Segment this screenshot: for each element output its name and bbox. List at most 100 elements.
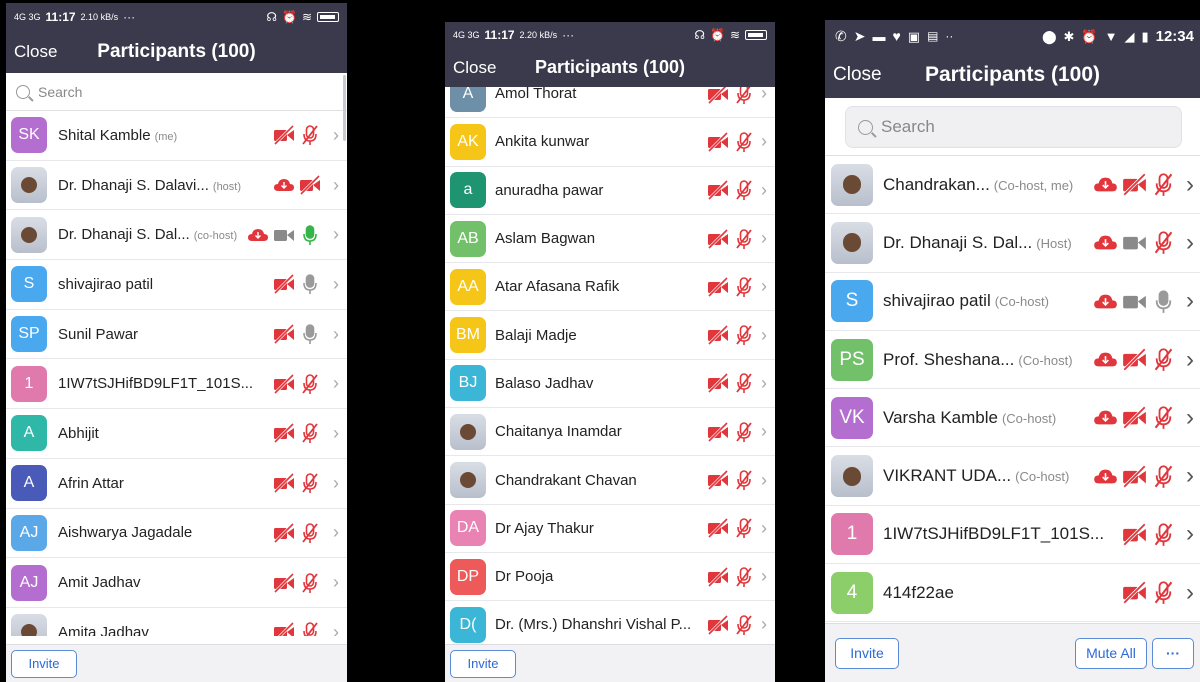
participant-row[interactable]: VIKRANT UDA... (Co-host) ›: [825, 447, 1200, 506]
participant-row[interactable]: SK Shital Kamble (me) ›: [6, 111, 347, 161]
participant-row[interactable]: a anuradha pawar ›: [445, 167, 775, 215]
mic-muted-icon: [733, 324, 755, 346]
participant-row[interactable]: Sshivajirao patil (Co-host) ›: [825, 273, 1200, 331]
wifi-icon: ▼: [1104, 28, 1118, 44]
phone-3-participants-screen: ✆ ➤ ▬ ♥ ▣ ▤ ·· ⬤ ✱ ⏰ ▼ ◢ ▮ 12:34 Close P…: [825, 20, 1200, 682]
search-input[interactable]: Search: [845, 106, 1182, 148]
invite-button[interactable]: Invite: [11, 649, 77, 678]
participant-label: Abhijit: [58, 425, 99, 442]
chevron-right-icon[interactable]: ›: [1186, 346, 1194, 374]
scrollbar[interactable]: [343, 75, 346, 141]
participant-row[interactable]: Chandrakan... (Co-host, me) ›: [825, 156, 1200, 215]
participant-row[interactable]: A Amol Thorat ›: [445, 87, 775, 119]
participant-role-tag: (me): [154, 130, 178, 143]
participant-row[interactable]: AJ Amit Jadhav ›: [6, 558, 347, 608]
chevron-right-icon[interactable]: ›: [333, 125, 339, 146]
avatar: AA: [450, 268, 486, 305]
participant-row[interactable]: PS Prof. Sheshana... (Co-host) ›: [825, 331, 1200, 390]
search-input[interactable]: Search: [6, 73, 347, 111]
participant-row[interactable]: VK Varsha Kamble (Co-host) ›: [825, 389, 1200, 448]
participant-row[interactable]: Chandrakant Chavan ›: [445, 456, 775, 505]
participant-row[interactable]: Dr. Dhanaji S. Dal... (Host) ›: [825, 214, 1200, 273]
chevron-right-icon[interactable]: ›: [761, 614, 767, 635]
mic-on-icon: [299, 323, 321, 345]
close-button[interactable]: Close: [833, 64, 882, 86]
chevron-right-icon[interactable]: ›: [761, 325, 767, 346]
invite-button[interactable]: Invite: [450, 649, 516, 678]
chevron-right-icon[interactable]: ›: [1186, 404, 1194, 432]
chevron-right-icon[interactable]: ›: [1186, 229, 1194, 257]
chevron-right-icon[interactable]: ›: [333, 622, 339, 636]
chevron-right-icon[interactable]: ›: [1186, 287, 1194, 315]
chevron-right-icon[interactable]: ›: [1186, 171, 1194, 199]
chevron-right-icon[interactable]: ›: [1186, 520, 1194, 548]
avatar: 1: [11, 365, 47, 402]
video-off-icon: [1122, 522, 1147, 547]
chevron-right-icon[interactable]: ›: [333, 373, 339, 394]
avatar-photo: [450, 413, 486, 450]
participant-list[interactable]: Chandrakan... (Co-host, me) › Dr. Dhanaji S…: [825, 156, 1200, 623]
participant-row[interactable]: DA Dr Ajay Thakur ›: [445, 505, 775, 553]
participant-name: Ankita kunwar: [495, 133, 590, 151]
mute-all-button[interactable]: Mute All: [1075, 637, 1147, 669]
participant-row[interactable]: Dr. Dhanaji S. Dal... (co-host) ›: [6, 210, 347, 261]
cloud-recording-icon: [1093, 347, 1118, 372]
participant-list[interactable]: SK Shital Kamble (me) › Dr. Dhanaji S. Dalav…: [6, 111, 347, 636]
chevron-right-icon[interactable]: ›: [1186, 462, 1194, 490]
participant-row[interactable]: A Abhijit ›: [6, 409, 347, 459]
participant-row[interactable]: A Afrin Attar ›: [6, 459, 347, 509]
chevron-right-icon[interactable]: ›: [761, 566, 767, 587]
headphones-icon: ☊: [266, 10, 277, 24]
chevron-right-icon[interactable]: ›: [1186, 579, 1194, 607]
chevron-right-icon[interactable]: ›: [761, 180, 767, 201]
video-off-icon: [707, 87, 729, 105]
participant-row[interactable]: BJ Balaso Jadhav ›: [445, 360, 775, 409]
close-button[interactable]: Close: [453, 58, 496, 78]
chevron-right-icon[interactable]: ›: [761, 87, 767, 104]
participant-row[interactable]: 4 414f22ae ›: [825, 564, 1200, 623]
chevron-right-icon[interactable]: ›: [761, 228, 767, 249]
participant-row[interactable]: 1 1IW7tSJHifBD9LF1T_101S... ›: [825, 506, 1200, 565]
chevron-right-icon[interactable]: ›: [333, 572, 339, 593]
participant-name: 1IW7tSJHifBD9LF1T_101S...: [883, 524, 1105, 544]
phone-2-participants-screen: 4G 3G 11:17 2.20 kB/s ··· ☊ ⏰ ≋ Close Pa…: [445, 22, 775, 682]
participant-row[interactable]: 1 1IW7tSJHifBD9LF1T_101S... ›: [6, 359, 347, 410]
chevron-right-icon[interactable]: ›: [761, 421, 767, 442]
participant-row[interactable]: DP Dr Pooja ›: [445, 553, 775, 602]
mic-on-icon: [1151, 289, 1176, 314]
participant-label: Amol Thorat: [495, 87, 576, 102]
participant-row[interactable]: AB Aslam Bagwan ›: [445, 215, 775, 264]
chevron-right-icon[interactable]: ›: [333, 224, 339, 245]
invite-button[interactable]: Invite: [835, 637, 899, 669]
status-time: 11:17: [45, 10, 76, 24]
participant-row[interactable]: Dr. Dhanaji S. Dalavi... (host) ›: [6, 161, 347, 211]
participant-row[interactable]: BM Balaji Madje ›: [445, 311, 775, 360]
chevron-right-icon[interactable]: ›: [333, 324, 339, 345]
participant-row[interactable]: Chaitanya Inamdar ›: [445, 408, 775, 457]
chevron-right-icon[interactable]: ›: [761, 276, 767, 297]
participant-row[interactable]: AJ Aishwarya Jagadale ›: [6, 509, 347, 559]
status-bar: 4G 3G 11:17 2.10 kB/s ··· ☊ ⏰ ≋: [6, 3, 347, 31]
chevron-right-icon[interactable]: ›: [761, 470, 767, 491]
chevron-right-icon[interactable]: ›: [333, 274, 339, 295]
participant-row[interactable]: Amita Jadhav ›: [6, 608, 347, 636]
participant-label: Amita Jadhav: [58, 624, 149, 636]
chevron-right-icon[interactable]: ›: [333, 423, 339, 444]
chevron-right-icon[interactable]: ›: [333, 473, 339, 494]
participant-row[interactable]: AA Atar Afasana Rafik ›: [445, 263, 775, 312]
participant-label: Afrin Attar: [58, 475, 124, 492]
chevron-right-icon[interactable]: ›: [333, 522, 339, 543]
more-options-button[interactable]: ···: [1152, 637, 1194, 669]
chevron-right-icon[interactable]: ›: [333, 175, 339, 196]
participant-row[interactable]: AK Ankita kunwar ›: [445, 118, 775, 167]
close-button[interactable]: Close: [14, 42, 57, 62]
chevron-right-icon[interactable]: ›: [761, 373, 767, 394]
participant-name: Balaso Jadhav: [495, 374, 594, 392]
participant-list[interactable]: A Amol Thorat › AK Ankita kunwar › a anuradha p…: [445, 87, 775, 643]
participant-row[interactable]: D(Dr. (Mrs.) Dhanshri Vishal P... ›: [445, 601, 775, 643]
participant-row[interactable]: Sshivajirao patil ›: [6, 260, 347, 310]
chevron-right-icon[interactable]: ›: [761, 131, 767, 152]
video-off-icon: [273, 323, 295, 345]
participant-row[interactable]: SP Sunil Pawar ›: [6, 310, 347, 360]
chevron-right-icon[interactable]: ›: [761, 518, 767, 539]
